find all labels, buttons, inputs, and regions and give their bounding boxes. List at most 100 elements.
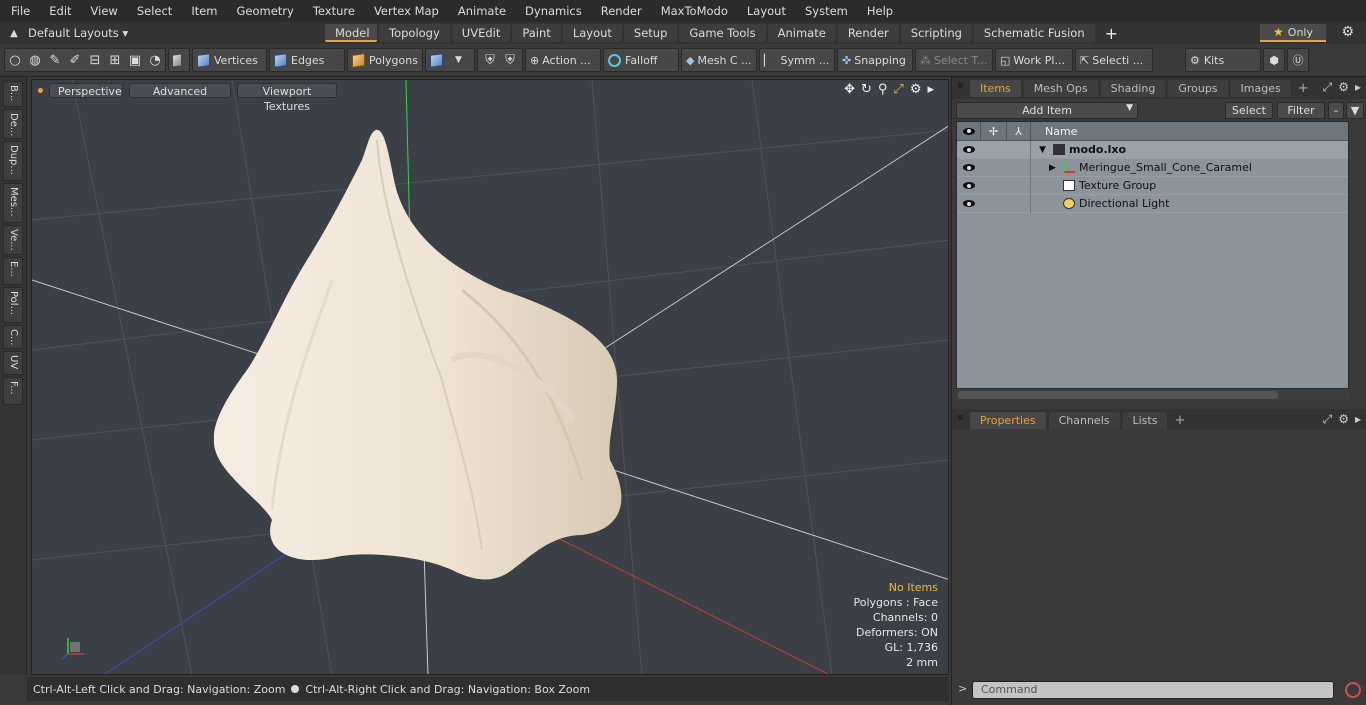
align-icon[interactable]: ⊟ bbox=[85, 49, 105, 71]
timer-icon[interactable]: ◔ bbox=[145, 49, 165, 71]
panel-gear-icon[interactable]: ⚙ bbox=[1338, 80, 1349, 95]
panel-gear-icon[interactable]: ⚙ bbox=[1338, 412, 1349, 427]
tab-lists[interactable]: Lists bbox=[1122, 411, 1168, 429]
viewport-menu-dot-icon[interactable] bbox=[38, 87, 43, 93]
only-button[interactable]: ★ Only bbox=[1260, 24, 1326, 42]
select-button[interactable]: Select bbox=[1225, 101, 1273, 119]
left-tab-deform[interactable]: De... bbox=[3, 109, 23, 139]
3d-viewport[interactable]: Perspective Advanced Viewport Textures ✥… bbox=[31, 79, 949, 675]
panel-arrow-icon[interactable]: ▸ bbox=[1355, 80, 1361, 95]
zoom-view-icon[interactable]: ⚲ bbox=[878, 82, 888, 97]
tab-uvedit[interactable]: UVEdit bbox=[451, 24, 511, 42]
left-tab-vertex[interactable]: Ve... bbox=[3, 225, 23, 255]
command-input[interactable]: Command bbox=[972, 681, 1334, 699]
panel-menu-dot-icon[interactable] bbox=[958, 83, 963, 88]
tab-channels[interactable]: Channels bbox=[1048, 411, 1120, 429]
menu-render[interactable]: Render bbox=[590, 0, 650, 22]
left-tab-curve[interactable]: C... bbox=[3, 325, 23, 349]
menu-geometry[interactable]: Geometry bbox=[226, 0, 302, 22]
tab-properties[interactable]: Properties bbox=[970, 411, 1046, 429]
perspective-button[interactable]: Perspective bbox=[49, 82, 123, 98]
tab-scripting[interactable]: Scripting bbox=[900, 24, 972, 42]
menu-system[interactable]: System bbox=[794, 0, 856, 22]
scrollbar-thumb[interactable] bbox=[958, 391, 1278, 399]
layout-arrow-icon[interactable]: ▲ bbox=[0, 28, 28, 39]
vertices-button[interactable]: Vertices bbox=[192, 48, 267, 72]
advanced-button[interactable]: Advanced bbox=[129, 82, 231, 98]
type-column[interactable]: ⅄ bbox=[1007, 121, 1031, 141]
add-layout-tab-icon[interactable]: + bbox=[1097, 24, 1126, 43]
filter-funnel-button[interactable]: ▼ bbox=[1346, 101, 1364, 119]
shield-a-icon[interactable]: ⛨ bbox=[480, 49, 500, 71]
material-dropdown-icon[interactable]: ▼ bbox=[455, 55, 462, 65]
layout-selector[interactable]: Default Layouts ▾ bbox=[28, 26, 128, 40]
action-center-button[interactable]: ⊕ Action ... bbox=[525, 48, 601, 72]
unity-button[interactable]: ⬢ bbox=[1263, 48, 1285, 72]
meringue-mesh[interactable] bbox=[213, 129, 622, 580]
tab-game-tools[interactable]: Game Tools bbox=[679, 24, 766, 42]
left-tab-edge[interactable]: E... bbox=[3, 257, 23, 285]
symmetry-button[interactable]: ▏ Symm ... bbox=[759, 48, 835, 72]
menu-animate[interactable]: Animate bbox=[447, 0, 514, 22]
add-tab-plus-icon[interactable]: + bbox=[1170, 413, 1189, 428]
menu-select[interactable]: Select bbox=[126, 0, 180, 22]
record-macro-icon[interactable] bbox=[1345, 682, 1361, 698]
menu-vertex-map[interactable]: Vertex Map bbox=[363, 0, 447, 22]
tab-mesh-ops[interactable]: Mesh Ops bbox=[1023, 79, 1098, 97]
fit-view-icon[interactable]: ⤢ bbox=[893, 82, 903, 97]
tab-schematic-fusion[interactable]: Schematic Fusion bbox=[973, 24, 1095, 42]
tab-groups[interactable]: Groups bbox=[1168, 79, 1228, 97]
mesh-constraints-button[interactable]: ◆ Mesh C ... bbox=[681, 48, 757, 72]
add-item-dropdown[interactable]: Add Item ▼ bbox=[956, 101, 1138, 119]
pen-icon[interactable]: ✎ bbox=[45, 49, 65, 71]
expand-arrow-icon[interactable]: ▸ bbox=[927, 82, 934, 97]
list-item[interactable]: Texture Group bbox=[957, 176, 1348, 195]
list-item[interactable]: ▶ Meringue_Small_Cone_Caramel bbox=[957, 158, 1348, 177]
items-horizontal-scrollbar[interactable] bbox=[956, 389, 1349, 401]
menu-maxtomodo[interactable]: MaxToModo bbox=[650, 0, 736, 22]
item-mode-button[interactable] bbox=[168, 48, 190, 72]
tab-paint[interactable]: Paint bbox=[512, 24, 561, 42]
expand-arrow-icon[interactable]: ▼ bbox=[1039, 145, 1053, 155]
globe-icon[interactable]: ◍ bbox=[25, 49, 45, 71]
tab-topology[interactable]: Topology bbox=[379, 24, 450, 42]
add-tab-plus-icon[interactable]: + bbox=[1294, 81, 1313, 96]
tab-setup[interactable]: Setup bbox=[623, 24, 678, 42]
panel-arrow-icon[interactable]: ▸ bbox=[1355, 412, 1361, 427]
visibility-toggle[interactable] bbox=[957, 200, 981, 207]
center-icon[interactable]: ⊞ bbox=[105, 49, 125, 71]
move-view-icon[interactable]: ✥ bbox=[844, 82, 855, 97]
unreal-button[interactable]: Ⓤ bbox=[1287, 48, 1309, 72]
menu-help[interactable]: Help bbox=[856, 0, 901, 22]
menu-dynamics[interactable]: Dynamics bbox=[514, 0, 590, 22]
visibility-toggle[interactable] bbox=[957, 164, 981, 171]
collapse-button[interactable]: – bbox=[1328, 101, 1344, 119]
maximize-panel-icon[interactable]: ⤢ bbox=[1323, 80, 1333, 95]
panel-menu-dot-icon[interactable] bbox=[958, 415, 963, 420]
tab-images[interactable]: Images bbox=[1230, 79, 1291, 97]
list-item[interactable]: Directional Light bbox=[957, 194, 1348, 213]
selection-sets-button[interactable]: ⇱ Selecti ... bbox=[1075, 48, 1153, 72]
menu-texture[interactable]: Texture bbox=[302, 0, 363, 22]
material-mode-button[interactable]: ▼ bbox=[425, 48, 475, 72]
tab-layout[interactable]: Layout bbox=[562, 24, 622, 42]
menu-view[interactable]: View bbox=[80, 0, 126, 22]
tab-animate[interactable]: Animate bbox=[767, 24, 836, 42]
left-tab-polygon[interactable]: Pol... bbox=[3, 287, 23, 323]
menu-file[interactable]: File bbox=[0, 0, 38, 22]
left-tab-duplicate[interactable]: Dup... bbox=[3, 141, 23, 181]
left-tab-mesh-edit[interactable]: Mes... bbox=[3, 183, 23, 223]
left-tab-basic[interactable]: B... bbox=[3, 81, 23, 107]
left-tab-fusion[interactable]: F... bbox=[3, 377, 23, 405]
visibility-toggle[interactable] bbox=[957, 146, 981, 153]
select-through-button[interactable]: ⁂ Select T... bbox=[915, 48, 993, 72]
polygons-button[interactable]: Polygons bbox=[347, 48, 423, 72]
list-item[interactable]: ▼ modo.lxo bbox=[957, 140, 1348, 159]
edges-button[interactable]: Edges bbox=[269, 48, 345, 72]
expand-arrow-icon[interactable]: ▶ bbox=[1049, 163, 1063, 173]
settings-gear-icon[interactable]: ⚙ bbox=[1341, 24, 1354, 40]
falloff-button[interactable]: Falloff bbox=[603, 48, 679, 72]
square-target-icon[interactable]: ▣ bbox=[125, 49, 145, 71]
menu-layout[interactable]: Layout bbox=[736, 0, 794, 22]
lock-column[interactable]: ✢ bbox=[981, 121, 1007, 141]
